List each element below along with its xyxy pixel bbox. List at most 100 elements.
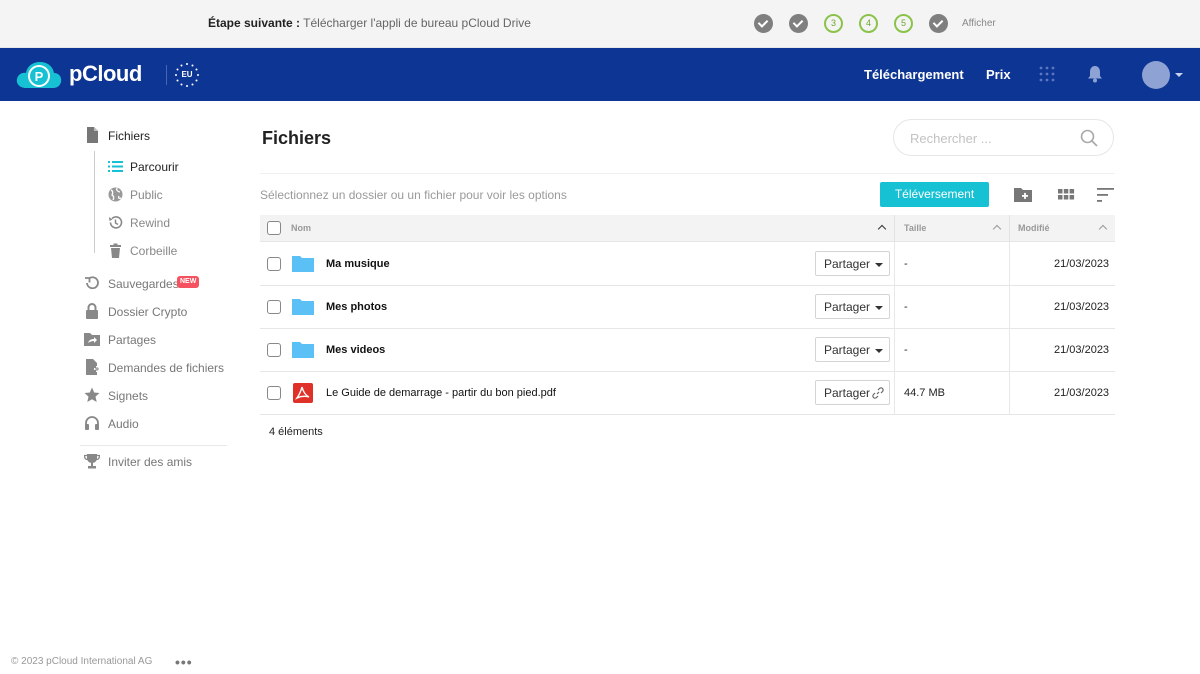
list-icon xyxy=(108,161,123,172)
next-step-label: Étape suivante : xyxy=(208,16,301,30)
share-button[interactable]: Partager xyxy=(815,251,890,276)
chevron-down-icon xyxy=(875,263,883,267)
pdf-file-icon xyxy=(293,383,313,403)
new-folder-icon[interactable] xyxy=(1013,186,1033,204)
table-row[interactable]: Mes photos Partager - 21/03/2023 xyxy=(260,285,1115,329)
sidebar-item-label: Sauvegardes xyxy=(108,277,179,291)
next-step-text: Télécharger l'appli de bureau pCloud Dri… xyxy=(303,16,531,30)
lock-icon xyxy=(86,303,98,319)
sort-size-icon[interactable] xyxy=(992,224,1002,234)
page-title: Fichiers xyxy=(262,128,332,148)
row-checkbox[interactable] xyxy=(267,300,281,314)
search-box[interactable] xyxy=(893,119,1114,156)
grid-view-icon[interactable] xyxy=(1056,186,1076,204)
file-modified: 21/03/2023 xyxy=(1054,387,1110,399)
table-row[interactable]: Ma musique Partager - 21/03/2023 xyxy=(260,242,1115,286)
step-6-done-icon[interactable] xyxy=(929,14,948,33)
logo-divider xyxy=(166,65,167,85)
share-label: Partager xyxy=(824,257,871,271)
sidebar-item-label: Fichiers xyxy=(108,129,151,143)
bell-icon[interactable] xyxy=(1087,65,1103,83)
folder-icon xyxy=(292,342,314,358)
row-checkbox[interactable] xyxy=(267,386,281,400)
search-input[interactable] xyxy=(910,129,1070,147)
share-button[interactable]: Partager xyxy=(815,294,890,319)
chevron-down-icon[interactable] xyxy=(1175,73,1183,77)
more-options-icon[interactable]: ••• xyxy=(175,654,193,670)
file-size: - xyxy=(904,301,908,313)
file-modified: 21/03/2023 xyxy=(1054,344,1110,356)
step-2-done-icon[interactable] xyxy=(789,14,808,33)
sort-icon[interactable] xyxy=(1096,186,1116,204)
nav-pricing[interactable]: Prix xyxy=(986,67,1011,82)
sidebar-item-label: Rewind xyxy=(130,216,171,230)
file-size: - xyxy=(904,258,908,270)
column-divider xyxy=(894,242,895,285)
sort-modified-icon[interactable] xyxy=(1098,224,1108,234)
nav-download[interactable]: Téléchargement xyxy=(864,67,964,82)
rewind-clock-icon xyxy=(109,216,123,229)
column-divider xyxy=(1009,285,1010,328)
divider xyxy=(260,173,1115,174)
column-divider xyxy=(1009,328,1010,371)
column-size[interactable]: Taille xyxy=(904,223,926,233)
app-header: P pCloud EU Téléchargement Prix xyxy=(0,48,1200,101)
row-checkbox[interactable] xyxy=(267,257,281,271)
file-size: - xyxy=(904,344,908,356)
column-divider xyxy=(1009,242,1010,285)
step-1-done-icon[interactable] xyxy=(754,14,773,33)
selection-hint: Sélectionnez un dossier ou un fichier po… xyxy=(260,188,567,202)
sidebar-item-label: Demandes de fichiers xyxy=(108,361,225,375)
next-step[interactable]: Étape suivante : Télécharger l'appli de … xyxy=(208,16,531,30)
file-icon xyxy=(87,127,98,143)
share-label: Partager xyxy=(824,300,871,314)
step-5[interactable]: 5 xyxy=(894,14,913,33)
file-request-icon xyxy=(86,359,100,375)
select-all-checkbox[interactable] xyxy=(267,221,281,235)
trash-icon xyxy=(110,243,121,258)
tree-line xyxy=(94,151,95,253)
column-divider xyxy=(1009,371,1010,414)
sidebar-item-label: Dossier Crypto xyxy=(108,305,188,319)
copyright: © 2023 pCloud International AG xyxy=(11,656,153,667)
user-avatar[interactable] xyxy=(1142,61,1170,89)
file-size: 44.7 MB xyxy=(904,387,945,399)
row-checkbox[interactable] xyxy=(267,343,281,357)
onboarding-bar: Étape suivante : Télécharger l'appli de … xyxy=(0,0,1200,48)
new-badge: NEW xyxy=(177,276,200,288)
column-modified[interactable]: Modifié xyxy=(1018,223,1050,233)
sort-asc-icon[interactable] xyxy=(877,224,887,234)
backup-icon xyxy=(85,276,99,290)
file-modified: 21/03/2023 xyxy=(1054,301,1110,313)
column-divider xyxy=(894,285,895,328)
pcloud-cloud-icon: P xyxy=(16,62,62,88)
share-button[interactable]: Partager xyxy=(815,380,890,405)
share-label: Partager xyxy=(824,343,871,357)
show-steps-link[interactable]: Afficher xyxy=(962,18,996,29)
share-label: Partager xyxy=(824,386,871,400)
sidebar-item-label: Public xyxy=(130,188,163,202)
step-4[interactable]: 4 xyxy=(859,14,878,33)
file-name[interactable]: Le Guide de demarrage - partir du bon pi… xyxy=(326,387,556,399)
svg-text:P: P xyxy=(35,69,44,84)
sidebar-item-label: Parcourir xyxy=(130,160,179,174)
column-name[interactable]: Nom xyxy=(291,223,311,233)
apps-grid-icon[interactable] xyxy=(1038,65,1056,83)
table-row[interactable]: Le Guide de demarrage - partir du bon pi… xyxy=(260,371,1115,415)
star-icon xyxy=(84,387,100,402)
upload-button[interactable]: Téléversement xyxy=(880,182,989,207)
share-button[interactable]: Partager xyxy=(815,337,890,362)
column-divider xyxy=(894,328,895,371)
step-3[interactable]: 3 xyxy=(824,14,843,33)
file-name[interactable]: Mes videos xyxy=(326,344,385,356)
table-row[interactable]: Mes videos Partager - 21/03/2023 xyxy=(260,328,1115,372)
table-header: Nom Taille Modifié xyxy=(260,215,1115,242)
file-name[interactable]: Mes photos xyxy=(326,301,387,313)
file-name[interactable]: Ma musique xyxy=(326,258,390,270)
item-count: 4 éléments xyxy=(269,426,323,438)
column-divider xyxy=(894,371,895,414)
search-icon[interactable] xyxy=(1080,129,1098,147)
file-modified: 21/03/2023 xyxy=(1054,258,1110,270)
eu-badge-text: EU xyxy=(181,70,193,79)
sidebar-item-label: Partages xyxy=(108,333,157,347)
